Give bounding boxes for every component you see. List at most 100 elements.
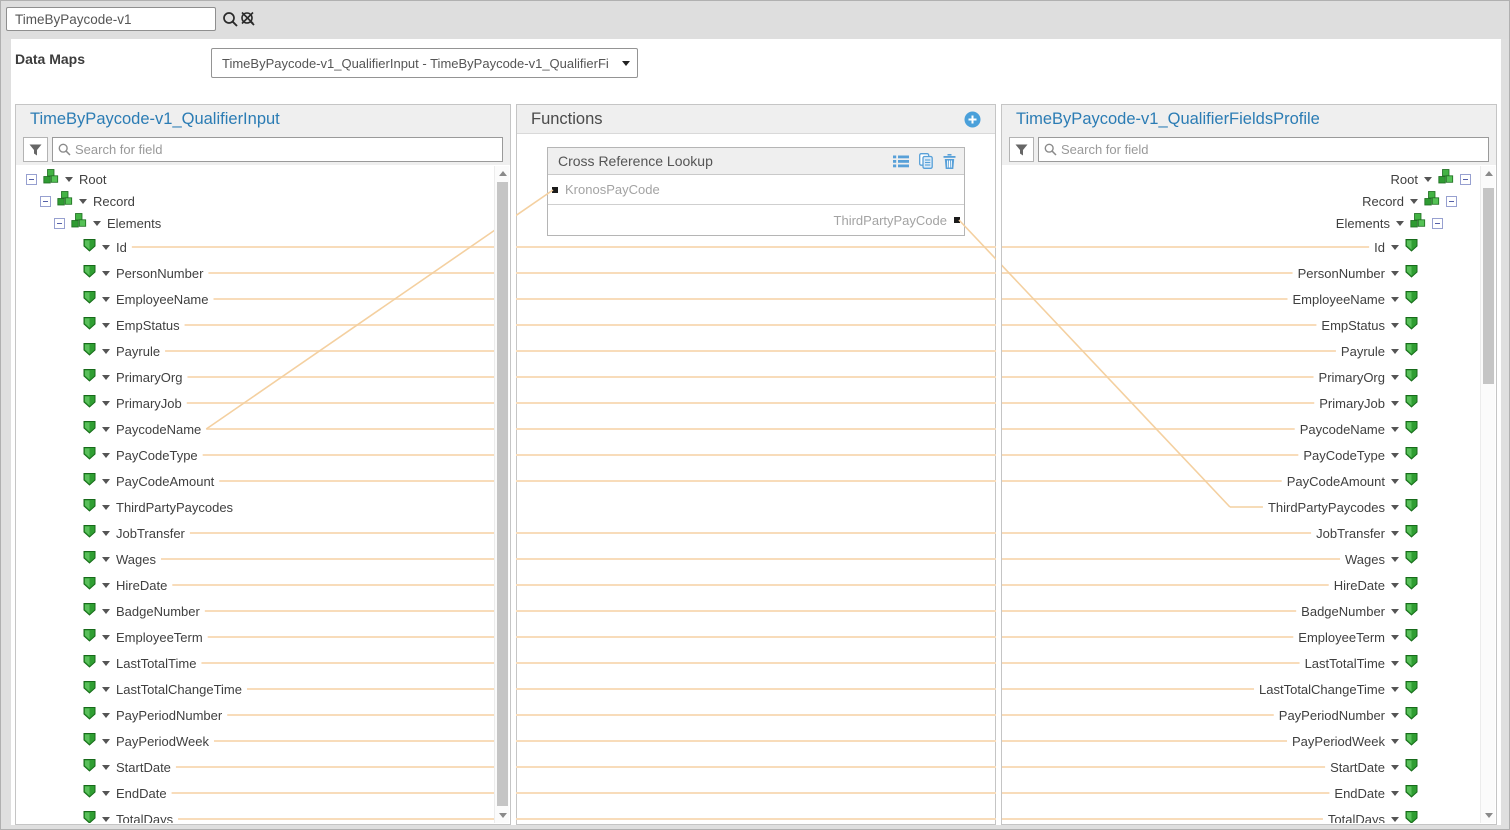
chevron-down-icon[interactable]	[102, 297, 110, 302]
field-row-personnumber[interactable]: PersonNumber	[17, 260, 509, 286]
scroll-down-button[interactable]	[495, 808, 510, 823]
data-map-select[interactable]: TimeByPaycode-v1_QualifierInput - TimeBy…	[211, 48, 638, 78]
function-input-port[interactable]	[552, 187, 558, 193]
chevron-down-icon[interactable]	[102, 427, 110, 432]
chevron-down-icon[interactable]	[1391, 739, 1399, 744]
field-row-startdate[interactable]: StartDate	[17, 754, 509, 780]
add-function-icon[interactable]	[964, 111, 981, 128]
chevron-down-icon[interactable]	[102, 687, 110, 692]
chevron-down-icon[interactable]	[93, 221, 101, 226]
field-row-payperiodweek[interactable]: PayPeriodWeek	[17, 728, 509, 754]
collapse-icon[interactable]	[1432, 218, 1443, 229]
field-row-lasttotalchangetime[interactable]: LastTotalChangeTime	[1003, 676, 1495, 702]
collapse-icon[interactable]	[1446, 196, 1457, 207]
field-row-jobtransfer[interactable]: JobTransfer	[1003, 520, 1495, 546]
chevron-down-icon[interactable]	[102, 817, 110, 822]
collapse-icon[interactable]	[1460, 174, 1471, 185]
field-row-lasttotaltime[interactable]: LastTotalTime	[1003, 650, 1495, 676]
field-row-hiredate[interactable]: HireDate	[17, 572, 509, 598]
field-row-wages[interactable]: Wages	[17, 546, 509, 572]
chevron-down-icon[interactable]	[1391, 583, 1399, 588]
chevron-down-icon[interactable]	[1391, 765, 1399, 770]
chevron-down-icon[interactable]	[102, 739, 110, 744]
list-icon[interactable]	[893, 155, 909, 168]
chevron-down-icon[interactable]	[102, 323, 110, 328]
chevron-down-icon[interactable]	[1391, 557, 1399, 562]
copy-icon[interactable]	[919, 153, 933, 169]
chevron-down-icon[interactable]	[102, 245, 110, 250]
field-row-hiredate[interactable]: HireDate	[1003, 572, 1495, 598]
chevron-down-icon[interactable]	[102, 401, 110, 406]
chevron-down-icon[interactable]	[102, 557, 110, 562]
field-row-totaldays[interactable]: TotalDays	[1003, 806, 1495, 823]
destination-field-search-input[interactable]	[1061, 139, 1488, 160]
field-row-payperiodnumber[interactable]: PayPeriodNumber	[1003, 702, 1495, 728]
chevron-down-icon[interactable]	[1391, 271, 1399, 276]
field-row-badgenumber[interactable]: BadgeNumber	[1003, 598, 1495, 624]
tree-node-root[interactable]: Root	[17, 168, 509, 190]
chevron-down-icon[interactable]	[102, 765, 110, 770]
tree-node-elements[interactable]: Elements	[17, 212, 509, 234]
field-row-jobtransfer[interactable]: JobTransfer	[17, 520, 509, 546]
filter-button[interactable]	[1009, 137, 1034, 162]
chevron-down-icon[interactable]	[1391, 401, 1399, 406]
chevron-down-icon[interactable]	[1391, 427, 1399, 432]
field-row-payperiodnumber[interactable]: PayPeriodNumber	[17, 702, 509, 728]
chevron-down-icon[interactable]	[102, 271, 110, 276]
chevron-down-icon[interactable]	[1391, 531, 1399, 536]
process-search-input[interactable]	[6, 7, 216, 31]
field-row-thirdpartypaycodes[interactable]: ThirdPartyPaycodes	[1003, 494, 1495, 520]
field-row-personnumber[interactable]: PersonNumber	[1003, 260, 1495, 286]
filter-button[interactable]	[23, 137, 48, 162]
field-row-payrule[interactable]: Payrule	[1003, 338, 1495, 364]
field-row-primaryorg[interactable]: PrimaryOrg	[1003, 364, 1495, 390]
field-row-employeename[interactable]: EmployeeName	[17, 286, 509, 312]
chevron-down-icon[interactable]	[1391, 297, 1399, 302]
field-row-id[interactable]: Id	[17, 234, 509, 260]
chevron-down-icon[interactable]	[102, 349, 110, 354]
chevron-down-icon[interactable]	[1391, 505, 1399, 510]
chevron-down-icon[interactable]	[1424, 177, 1432, 182]
collapse-icon[interactable]	[40, 196, 51, 207]
chevron-down-icon[interactable]	[1391, 453, 1399, 458]
search-icon[interactable]	[220, 9, 240, 29]
chevron-down-icon[interactable]	[102, 609, 110, 614]
chevron-down-icon[interactable]	[102, 531, 110, 536]
chevron-down-icon[interactable]	[102, 635, 110, 640]
chevron-down-icon[interactable]	[1391, 349, 1399, 354]
field-row-lasttotaltime[interactable]: LastTotalTime	[17, 650, 509, 676]
field-row-paycodetype[interactable]: PayCodeType	[1003, 442, 1495, 468]
tree-node-elements[interactable]: Elements	[1003, 212, 1495, 234]
chevron-down-icon[interactable]	[1391, 817, 1399, 822]
chevron-down-icon[interactable]	[102, 479, 110, 484]
chevron-down-icon[interactable]	[102, 375, 110, 380]
chevron-down-icon[interactable]	[102, 791, 110, 796]
field-row-enddate[interactable]: EndDate	[17, 780, 509, 806]
field-row-wages[interactable]: Wages	[1003, 546, 1495, 572]
collapse-icon[interactable]	[26, 174, 37, 185]
field-row-paycodename[interactable]: PaycodeName	[17, 416, 509, 442]
chevron-down-icon[interactable]	[79, 199, 87, 204]
chevron-down-icon[interactable]	[102, 453, 110, 458]
field-row-primaryorg[interactable]: PrimaryOrg	[17, 364, 509, 390]
function-box-cross-reference-lookup[interactable]: Cross Reference Lookup	[547, 147, 965, 236]
field-row-primaryjob[interactable]: PrimaryJob	[1003, 390, 1495, 416]
clear-search-icon[interactable]	[238, 9, 258, 29]
chevron-down-icon[interactable]	[1391, 791, 1399, 796]
chevron-down-icon[interactable]	[1396, 221, 1404, 226]
collapse-icon[interactable]	[54, 218, 65, 229]
delete-icon[interactable]	[943, 154, 956, 169]
scroll-down-button[interactable]	[1481, 808, 1496, 823]
chevron-down-icon[interactable]	[1391, 635, 1399, 640]
tree-node-root[interactable]: Root	[1003, 168, 1495, 190]
field-row-enddate[interactable]: EndDate	[1003, 780, 1495, 806]
tree-node-record[interactable]: Record	[17, 190, 509, 212]
field-row-startdate[interactable]: StartDate	[1003, 754, 1495, 780]
field-row-paycodetype[interactable]: PayCodeType	[17, 442, 509, 468]
field-row-badgenumber[interactable]: BadgeNumber	[17, 598, 509, 624]
chevron-down-icon[interactable]	[1391, 609, 1399, 614]
field-row-primaryjob[interactable]: PrimaryJob	[17, 390, 509, 416]
chevron-down-icon[interactable]	[1391, 375, 1399, 380]
chevron-down-icon[interactable]	[1391, 479, 1399, 484]
field-row-empstatus[interactable]: EmpStatus	[17, 312, 509, 338]
